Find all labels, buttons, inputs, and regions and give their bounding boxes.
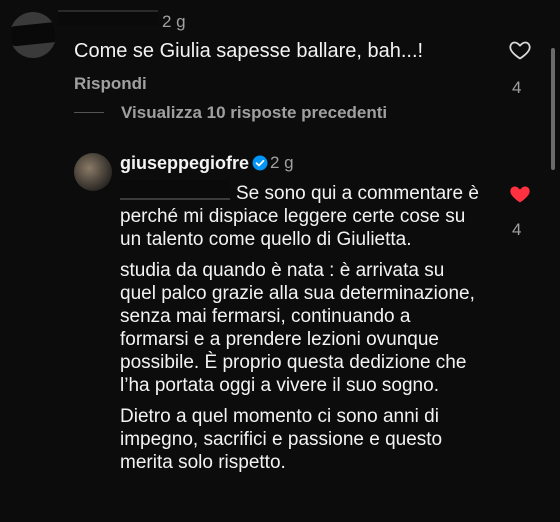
like-count: 4 [512,78,522,97]
comment-timestamp: 2 g [162,12,186,31]
reply-username[interactable]: giuseppegiofre [120,153,249,174]
comment-text: Come se Giulia sapesse ballare, bah...! [74,40,424,62]
verified-badge-icon [252,155,268,171]
reply-avatar[interactable] [74,153,112,191]
reply-paragraph: Se sono qui a commentare è perché mi dis… [120,183,479,250]
redaction-scribble [10,20,56,48]
reply-paragraph: Dietro a quel momento ci sono anni di im… [120,406,443,473]
commenter-avatar[interactable] [10,12,56,58]
reply-timestamp: 2 g [270,153,294,172]
reply-button[interactable]: Rispondi [74,74,147,94]
view-previous-replies-link[interactable]: Visualizza 10 risposte precedenti [121,103,387,123]
heart-outline-icon[interactable] [508,38,532,62]
thread-line [74,112,104,113]
reply-paragraph: studia da quando è nata : è arrivata su … [120,260,475,396]
reply-like-count: 4 [512,220,522,239]
reply-text: Se sono qui a commentare è perché mi dis… [120,182,480,482]
scrollbar[interactable] [551,48,555,170]
redacted-username [58,10,158,26]
heart-filled-icon[interactable] [508,182,532,206]
